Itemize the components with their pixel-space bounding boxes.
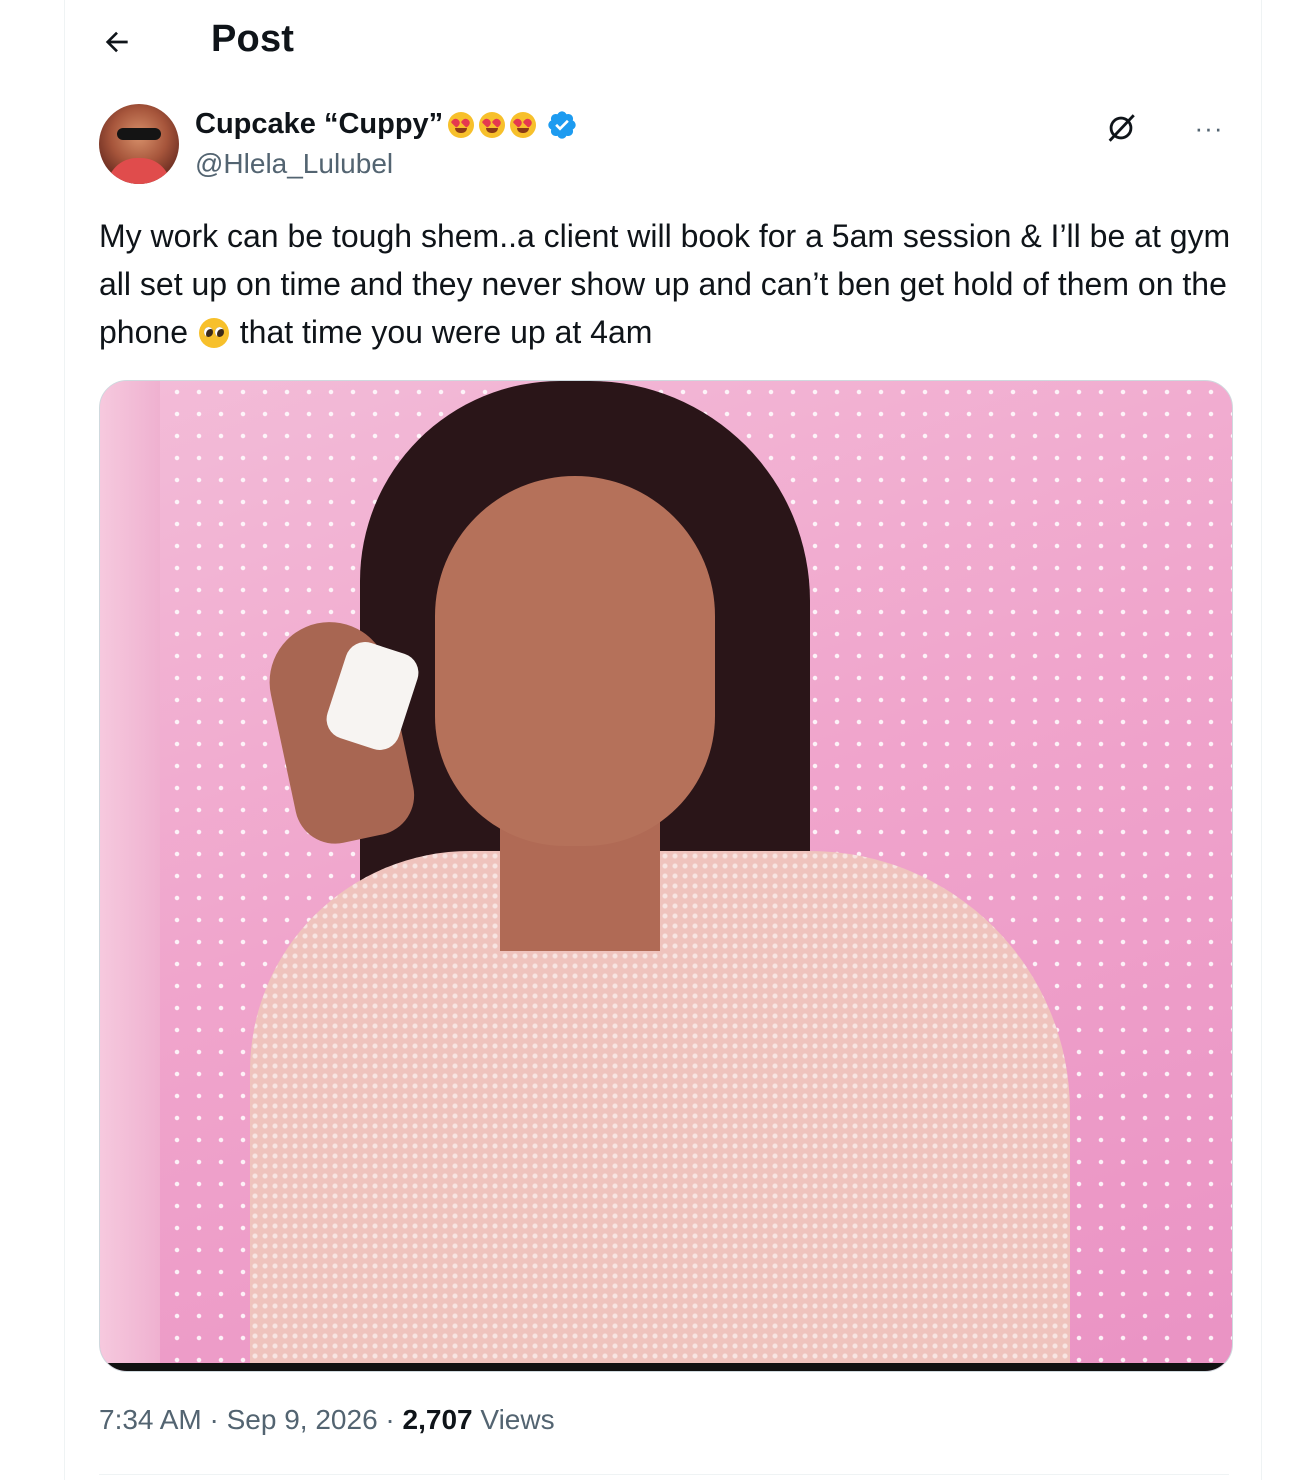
tweet-photo[interactable] xyxy=(99,380,1233,1372)
photo-wall-edge xyxy=(100,381,160,1371)
avatar[interactable] xyxy=(99,104,179,184)
heart-eyes-emoji-icon xyxy=(448,111,475,138)
views-count: 2,707 xyxy=(402,1404,473,1435)
display-name: Cupcake “Cuppy” xyxy=(195,108,444,140)
back-button[interactable] xyxy=(95,20,139,64)
photo-mesh-top xyxy=(250,851,1070,1371)
post-date: Sep 9, 2026 xyxy=(226,1404,378,1435)
more-options-button[interactable]: ··· xyxy=(1187,108,1231,148)
tweet-text: My work can be tough shem..a client will… xyxy=(99,212,1239,356)
avatar-shirt xyxy=(107,158,171,184)
meta-separator: · xyxy=(377,1404,403,1435)
heart-eyes-emoji-icon xyxy=(510,111,537,138)
pleading-face-emoji-icon xyxy=(198,318,229,348)
page-title: Post xyxy=(211,18,295,60)
post-meta: 7:34 AM · Sep 9, 2026 · 2,707 Views xyxy=(99,1404,555,1436)
meta-separator: · xyxy=(201,1404,227,1435)
post-time-value: 7:34 AM xyxy=(99,1404,202,1435)
author-handle[interactable]: @Hlela_Lulubel xyxy=(195,148,393,180)
display-name-link[interactable]: Cupcake “Cuppy” xyxy=(195,108,578,141)
divider xyxy=(99,1474,1229,1475)
author-row: Cupcake “Cuppy” @Hlela_Lulubel ··· xyxy=(99,104,1239,188)
top-bar: Post xyxy=(65,0,1261,84)
tweet-text-part-2: that time you were up at 4am xyxy=(230,314,653,350)
photo-bottom-bar xyxy=(100,1363,1232,1371)
more-horizontal-icon: ··· xyxy=(1194,112,1224,143)
avatar-sunglasses xyxy=(117,128,161,140)
grok-icon xyxy=(1108,114,1135,142)
verified-badge-icon xyxy=(548,110,576,139)
photo-face xyxy=(435,476,715,846)
views-label: Views xyxy=(480,1404,555,1435)
grok-button[interactable] xyxy=(1101,108,1141,148)
post-time[interactable]: 7:34 AM · Sep 9, 2026 xyxy=(99,1404,378,1435)
heart-eyes-emoji-icon xyxy=(479,111,506,138)
post-column: Post Cupcake “Cuppy” @Hlela_Lulubel ··· xyxy=(64,0,1262,1480)
arrow-left-icon xyxy=(105,31,128,53)
